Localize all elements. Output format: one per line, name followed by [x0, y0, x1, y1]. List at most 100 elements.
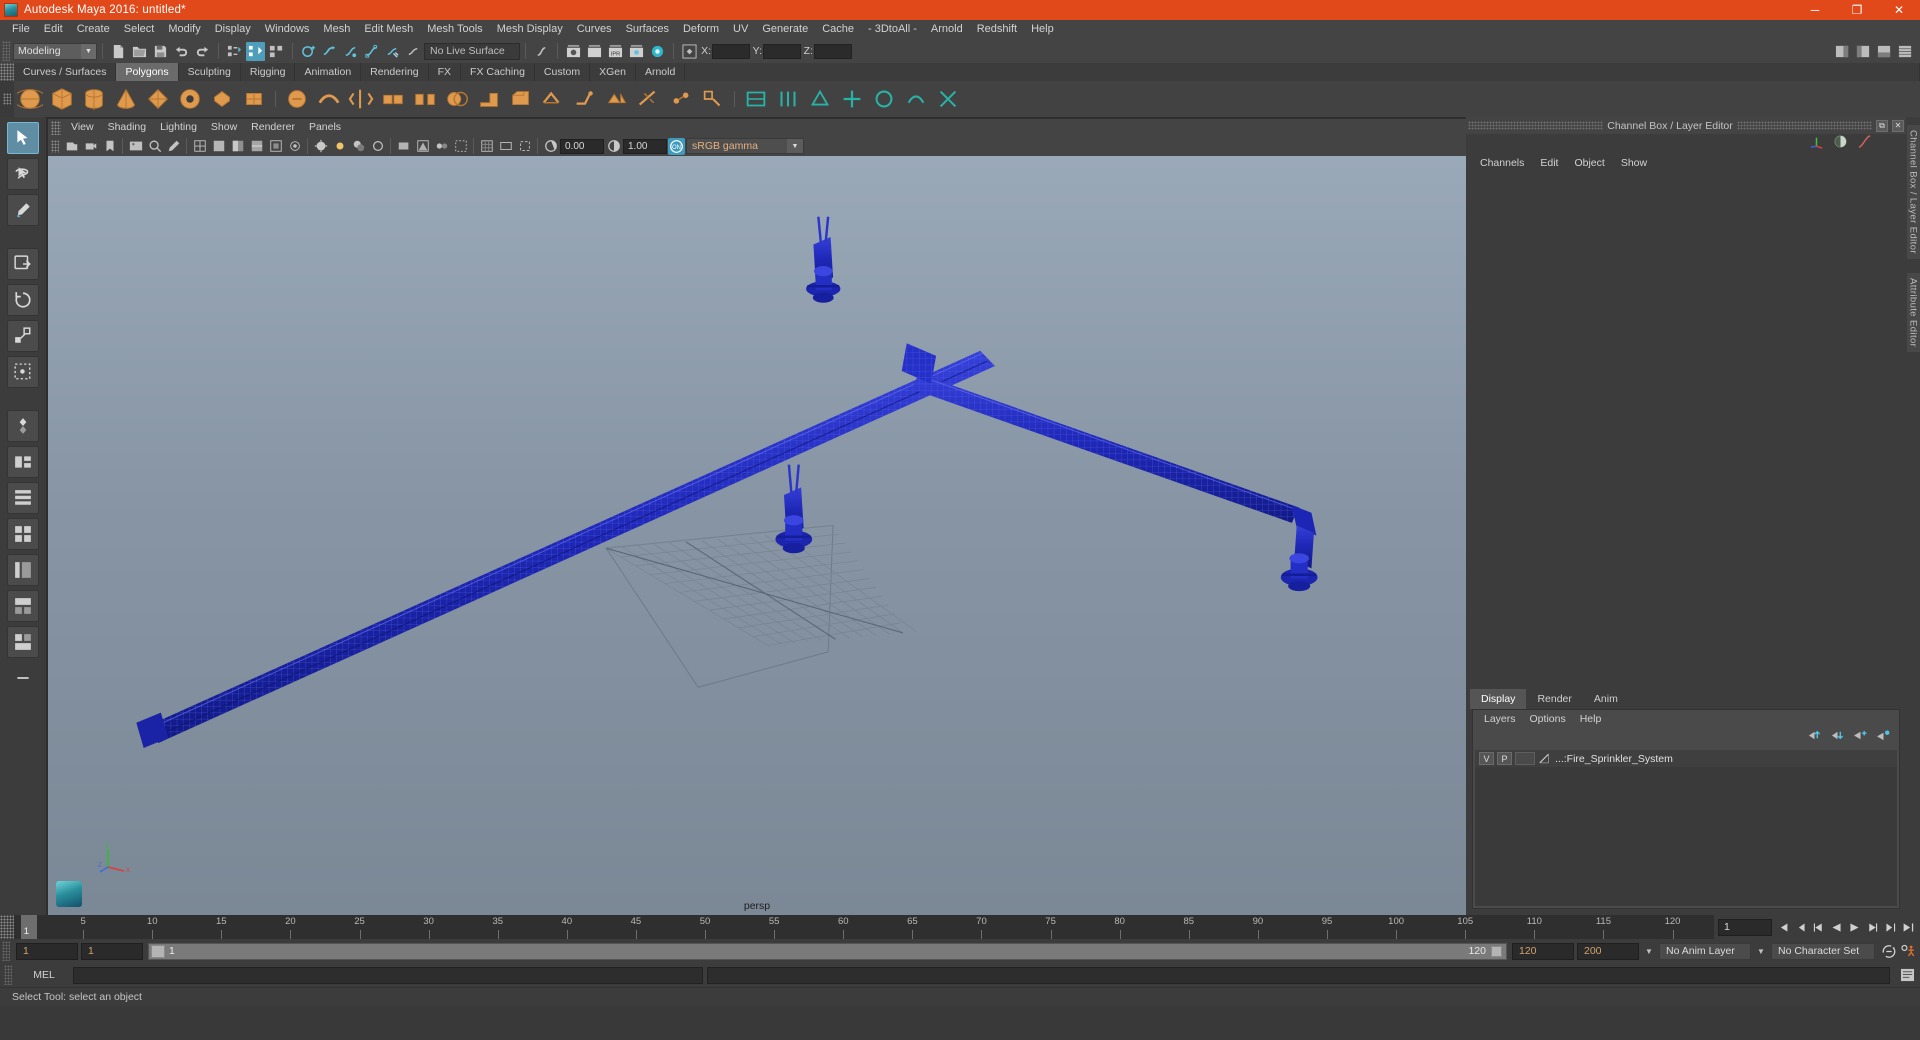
depth-of-field-icon[interactable]	[433, 138, 450, 155]
y-coord-field[interactable]	[763, 43, 801, 59]
channel-box-content[interactable]	[1466, 173, 1906, 689]
undo-button[interactable]	[172, 42, 191, 61]
menu-set-selector[interactable]: Modeling ▼	[13, 42, 97, 60]
side-tab-channel-box-layer-editor[interactable]: Channel Box / Layer Editor	[1906, 125, 1920, 259]
panel-close-button[interactable]: ✕	[1892, 119, 1904, 132]
range-right-handle[interactable]	[1491, 945, 1502, 957]
current-time-indicator[interactable]: 1	[20, 915, 37, 939]
poly-cone-icon[interactable]	[111, 84, 141, 114]
layer-editor-tab-anim[interactable]: Anim	[1582, 689, 1629, 709]
layer-editor-tab-display[interactable]: Display	[1470, 689, 1527, 709]
uv-cut-icon[interactable]	[933, 84, 963, 114]
uv-green-5-icon[interactable]	[869, 84, 899, 114]
menu-item-display[interactable]: Display	[208, 20, 258, 39]
snap-to-point-button[interactable]	[341, 42, 360, 61]
transform-axes-icon[interactable]	[1809, 134, 1824, 154]
booleans-icon[interactable]	[442, 84, 472, 114]
hypershade-button[interactable]	[648, 42, 667, 61]
redo-button[interactable]	[193, 42, 212, 61]
x-coord-field[interactable]	[712, 43, 750, 59]
shelf-tab-xgen[interactable]: XGen	[590, 63, 636, 81]
menu-item-surfaces[interactable]: Surfaces	[619, 20, 676, 39]
layout-quick-icon[interactable]	[7, 410, 39, 442]
quad-draw-icon[interactable]	[698, 84, 728, 114]
scale-tool-icon[interactable]	[7, 320, 39, 352]
snap-to-view-planes-button[interactable]	[383, 42, 402, 61]
anim-curve-icon[interactable]	[1857, 134, 1872, 154]
ambient-occlusion-icon[interactable]	[369, 138, 386, 155]
time-slider-grip[interactable]	[0, 915, 14, 939]
bookmark-icon[interactable]	[101, 138, 118, 155]
shelf-tab-rigging[interactable]: Rigging	[240, 63, 296, 81]
menu-item-file[interactable]: File	[5, 20, 37, 39]
wireframe-shading-icon[interactable]	[191, 138, 208, 155]
viewport-grip[interactable]	[51, 120, 61, 135]
layout-two-pane-icon[interactable]	[7, 482, 39, 514]
snap-to-curve-button[interactable]	[320, 42, 339, 61]
render-view-button[interactable]	[564, 42, 583, 61]
toolbar-grip[interactable]	[2, 41, 10, 61]
poly-platonic-icon[interactable]	[239, 84, 269, 114]
combine-icon[interactable]	[378, 84, 408, 114]
layer-editor-tab-render[interactable]: Render	[1526, 689, 1583, 709]
layout-four-pane-icon[interactable]	[7, 518, 39, 550]
menu-item-cache[interactable]: Cache	[815, 20, 861, 39]
shelf-tab-fx[interactable]: FX	[428, 63, 462, 81]
uv-green-4-icon[interactable]	[837, 84, 867, 114]
target-weld-icon[interactable]	[666, 84, 696, 114]
open-scene-button[interactable]	[130, 42, 149, 61]
maximize-button[interactable]: ❐	[1836, 0, 1878, 20]
menu-item-deform[interactable]: Deform	[676, 20, 726, 39]
layer-menu-options[interactable]: Options	[1523, 713, 1573, 725]
extrude-icon[interactable]	[474, 84, 504, 114]
menu-item-curves[interactable]: Curves	[570, 20, 619, 39]
animation-start-field[interactable]: 1	[16, 942, 78, 960]
step-back-frame-icon[interactable]	[1810, 919, 1826, 935]
menu-item-windows[interactable]: Windows	[258, 20, 317, 39]
smooth-shade-all-icon[interactable]	[210, 138, 227, 155]
render-current-frame-button[interactable]	[585, 42, 604, 61]
toggle-resolution-gate-icon[interactable]	[516, 138, 533, 155]
xray-icon[interactable]	[267, 138, 284, 155]
move-layer-down-icon[interactable]	[1830, 729, 1845, 747]
panel-float-button[interactable]: ⧉	[1876, 119, 1888, 132]
xray-joints-icon[interactable]	[286, 138, 303, 155]
layout-single-pane-icon[interactable]	[7, 446, 39, 478]
toggle-attribute-editor-icon[interactable]	[1854, 42, 1873, 61]
gamma-field[interactable]: 1.00	[623, 138, 667, 154]
uv-green-2-icon[interactable]	[773, 84, 803, 114]
menu-item-3dtoall[interactable]: - 3DtoAll -	[861, 20, 924, 39]
character-set-dropdown-arrow[interactable]: ▼	[1754, 947, 1768, 956]
new-layer-from-selected-icon[interactable]	[1876, 729, 1891, 747]
menu-item-modify[interactable]: Modify	[161, 20, 207, 39]
play-backwards-icon[interactable]	[1828, 919, 1844, 935]
select-camera-icon[interactable]	[63, 138, 80, 155]
shadows-icon[interactable]	[350, 138, 367, 155]
use-all-lights-icon[interactable]	[331, 138, 348, 155]
shading-sphere-icon[interactable]	[1833, 134, 1848, 154]
current-frame-field[interactable]: 1	[1718, 918, 1772, 936]
viewport-menu-renderer[interactable]: Renderer	[244, 119, 302, 136]
menu-item-mesh-display[interactable]: Mesh Display	[490, 20, 570, 39]
shelf-tab-polygons[interactable]: Polygons	[116, 63, 179, 81]
render-settings-button[interactable]	[627, 42, 646, 61]
motion-blur-icon[interactable]	[395, 138, 412, 155]
smooth-icon[interactable]	[314, 84, 344, 114]
wireframe-on-shaded-icon[interactable]	[248, 138, 265, 155]
animation-end-field[interactable]: 200	[1577, 942, 1639, 960]
poly-cube-icon[interactable]	[47, 84, 77, 114]
shelf-tab-fx-caching[interactable]: FX Caching	[461, 63, 535, 81]
shelf-tab-curves-surfaces[interactable]: Curves / Surfaces	[14, 63, 117, 81]
color-management-toggle[interactable]: ON	[668, 137, 685, 155]
layer-menu-layers[interactable]: Layers	[1477, 713, 1523, 725]
uv-green-1-icon[interactable]	[741, 84, 771, 114]
shelf-tab-rendering[interactable]: Rendering	[361, 63, 429, 81]
minimize-button[interactable]: ─	[1794, 0, 1836, 20]
construction-history-button[interactable]	[532, 42, 551, 61]
play-forwards-icon[interactable]	[1846, 919, 1862, 935]
uv-green-3-icon[interactable]	[805, 84, 835, 114]
command-language-label[interactable]: MEL	[19, 969, 69, 981]
make-live-button[interactable]	[404, 42, 423, 61]
time-slider-track[interactable]: 5 10 15 20 25 30 35 40 45 50 55 60 65 70 75 80 85 90 95 100…	[14, 915, 1714, 939]
multicut-icon[interactable]	[634, 84, 664, 114]
